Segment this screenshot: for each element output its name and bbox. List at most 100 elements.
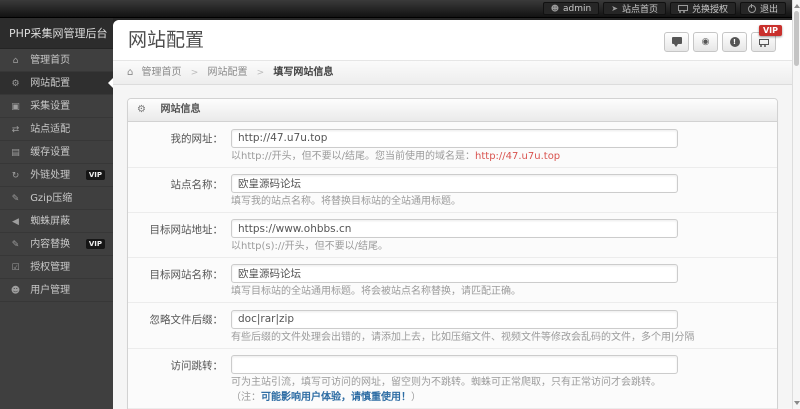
home-icon: ⌂ [127, 67, 134, 78]
circle-dot-icon: ◉ [701, 37, 710, 47]
topnav-site-home[interactable]: ➤ 站点首页 [603, 2, 666, 15]
comment-button[interactable] [664, 32, 689, 52]
sidebar-item-content-replace[interactable]: VIP ✎ 内容替换 [0, 233, 113, 256]
target-name-input[interactable] [231, 264, 678, 283]
sidebar-item-license-manage[interactable]: ☑ 授权管理 [0, 256, 113, 279]
topnav-logout[interactable]: 退出 [739, 2, 786, 15]
breadcrumb-home[interactable]: 管理首页 [142, 67, 182, 78]
panel-title: 网站信息 [160, 104, 201, 115]
sidebar-item-label: 网站配置 [30, 78, 71, 89]
my-url-input[interactable] [231, 128, 678, 148]
scrollbar-up-arrow-icon[interactable] [794, 4, 800, 8]
form-row-visit-redirect: 访问跳转： 可为主站引流，填写可访问的网址，留空则为不跳转。蜘蛛可正常爬取，只有… [128, 348, 777, 409]
form-row-target-name: 目标网站名称： 填写目标站的全站通用标题。将会被站点名称替换，请匹配正确。 [128, 258, 777, 303]
sidebar-item-spider-block[interactable]: ◀ 蜘蛛屏蔽 [0, 210, 113, 233]
field-label: 访问跳转： [170, 359, 224, 372]
sidebar-item-cache-settings[interactable]: ▤ 缓存设置 [0, 141, 113, 164]
topnav-site-home-label: 站点首页 [621, 5, 658, 15]
sidebar-item-gzip[interactable]: ✎ Gzip压缩 [0, 187, 113, 210]
sidebar-item-label: 蜘蛛屏蔽 [30, 216, 71, 227]
topnav-admin[interactable]: ☻ admin [542, 2, 600, 15]
arrow-icon: ➤ [611, 4, 618, 13]
folder-icon: ▤ [11, 148, 20, 158]
sidebar-item-label: Gzip压缩 [30, 193, 73, 204]
breadcrumb-separator: > [256, 68, 265, 78]
vip-badge: VIP [85, 239, 105, 249]
collect-icon: ▣ [11, 102, 20, 112]
sidebar-item-label: 外链处理 [30, 170, 71, 181]
current-domain-link[interactable]: http://47.u7u.top [475, 151, 560, 162]
check-box-icon: ☑ [11, 263, 20, 273]
form-row-site-name: 站点名称： 填写我的站点名称。将替换目标站的全站通用标题。 [128, 167, 777, 213]
field-label: 目标网站地址： [149, 223, 224, 236]
main-card: 网站配置 VIP ◉ ⌂ 管理首页 > 网站配置 [113, 20, 792, 409]
record-button[interactable]: ◉ [693, 32, 718, 52]
field-note: （注：可能影响用户体验，请慎重使用！） [231, 392, 678, 404]
target-url-input[interactable] [231, 219, 678, 238]
scrollbar-down-arrow-icon[interactable] [794, 401, 800, 405]
sidebar-item-label: 站点适配 [30, 124, 71, 135]
sidebar-item-label: 缓存设置 [30, 147, 71, 158]
sidebar-item-collect-settings[interactable]: ▣ 采集设置 [0, 95, 113, 118]
comment-icon [671, 36, 682, 47]
note-open: （注： [231, 392, 261, 403]
page-header: 网站配置 VIP ◉ [113, 20, 792, 60]
sidebar-item-outlink-process[interactable]: VIP ↻ 外链处理 [0, 164, 113, 187]
field-label: 我的网址： [170, 133, 224, 145]
sidebar: ⌂ 管理首页 ⚙ 网站配置 ▣ 采集设置 ⇄ 站点适配 ▤ 缓存设置 VIP ↻… [0, 49, 113, 409]
sidebar-item-label: 内容替换 [30, 239, 71, 250]
refresh-icon: ↻ [11, 171, 20, 181]
field-hint: 可为主站引流，填写可访问的网址，留空则为不跳转。蜘蛛可正常爬取，只有正常访问才会… [231, 377, 661, 388]
sidebar-item-label: 用户管理 [30, 285, 71, 296]
sidebar-item-site-adapt[interactable]: ⇄ 站点适配 [0, 118, 113, 141]
breadcrumb-section[interactable]: 网站配置 [207, 67, 247, 78]
form-row-my-url: 我的网址： 以http://开头，但不要以/结尾。您当前使用的域名是：http:… [128, 122, 777, 168]
field-label: 站点名称： [170, 178, 224, 191]
sidebar-item-site-config[interactable]: ⚙ 网站配置 [0, 72, 113, 95]
site-name-input[interactable] [231, 173, 678, 193]
site-info-panel: ⚙ 网站信息 我的网址： 以http://开头，但不要以/结尾。您当前使用的域名… [127, 98, 778, 409]
app-window: ☻ admin ➤ 站点首页 兑换授权 退出 PHP采集网管理后台 ⌂ 管理首页 [0, 0, 800, 409]
note-close: ） [411, 392, 421, 403]
vip-ribbon-badge: VIP [758, 25, 782, 36]
note-warning: 可能影响用户体验，请慎重使用！ [261, 392, 411, 403]
sidebar-item-user-manage[interactable]: ☻ 用户管理 [0, 279, 113, 302]
field-label: 目标网站名称： [149, 269, 224, 281]
field-hint: 填写我的站点名称。将替换目标站的全站通用标题。 [231, 195, 461, 207]
top-nav: ☻ admin ➤ 站点首页 兑换授权 退出 [539, 2, 786, 15]
gear-icon: ⚙ [137, 104, 146, 115]
form-row-target-url: 目标网站地址： 以http(s)://开头，但不要以/结尾。 [128, 212, 777, 258]
breadcrumb: ⌂ 管理首页 > 网站配置 > 填写网站信息 [113, 60, 792, 85]
user-icon: ☻ [550, 4, 560, 13]
field-hint: 有些后缀的文件处理会出错的，请添加上去，比如压缩文件、视频文件等修改会乱码的文件… [231, 331, 695, 343]
vertical-scrollbar[interactable] [792, 0, 800, 409]
info-button[interactable] [722, 32, 747, 52]
gear-icon: ⚙ [11, 79, 20, 89]
scrollbar-thumb[interactable] [794, 11, 799, 66]
home-icon: ⌂ [12, 56, 19, 66]
breadcrumb-separator: > [190, 68, 199, 78]
topnav-logout-label: 退出 [759, 5, 778, 15]
shuffle-icon: ⇄ [11, 125, 20, 135]
field-label: 忽略文件后缀： [149, 314, 224, 326]
sidebar-item-label: 管理首页 [30, 55, 71, 66]
ignore-suffix-input[interactable] [231, 309, 678, 329]
content-area: ⚙ 网站信息 我的网址： 以http://开头，但不要以/结尾。您当前使用的域名… [113, 85, 792, 409]
topnav-exchange-label: 兑换授权 [691, 5, 728, 15]
visit-redirect-input[interactable] [231, 355, 678, 374]
pencil-icon: ✎ [11, 240, 20, 250]
info-icon [729, 37, 740, 47]
cart-icon [677, 4, 688, 13]
speaker-icon: ◀ [12, 217, 19, 227]
top-bar: ☻ admin ➤ 站点首页 兑换授权 退出 [0, 0, 800, 18]
topnav-exchange-license[interactable]: 兑换授权 [669, 2, 736, 15]
field-hint: 以http://开头，但不要以/结尾。您当前使用的域名是：http://47.u… [231, 151, 678, 163]
field-hint: 填写目标站的全站通用标题。将会被站点名称替换，请匹配正确。 [231, 286, 521, 297]
sidebar-item-label: 授权管理 [30, 262, 71, 273]
form-row-ignore-suffix: 忽略文件后缀： 有些后缀的文件处理会出错的，请添加上去，比如压缩文件、视频文件等… [128, 303, 777, 349]
field-hint: 以http(s)://开头，但不要以/结尾。 [231, 241, 389, 252]
sidebar-item-dashboard[interactable]: ⌂ 管理首页 [0, 49, 113, 72]
sidebar-item-label: 采集设置 [30, 101, 71, 112]
cart-icon [758, 38, 769, 47]
topnav-admin-label: admin [563, 3, 592, 14]
